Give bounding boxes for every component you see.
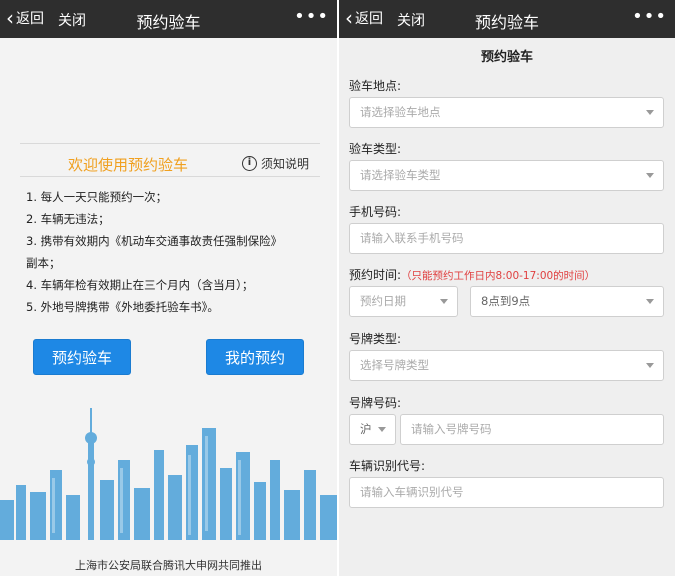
type-placeholder: 请选择验车类型 — [360, 168, 441, 182]
date-placeholder: 预约日期 — [360, 294, 406, 308]
time-slot-value: 8点到9点 — [481, 294, 531, 308]
location-select[interactable]: 请选择验车地点 — [349, 97, 664, 128]
type-select[interactable]: 请选择验车类型 — [349, 160, 664, 191]
right-screen: ‹ 返回 关闭 预约验车 ••• 预约验车 验车地点: 请选择验车地点 验车类型… — [339, 0, 675, 576]
footer-credit: 上海市公安局联合腾讯大申网共同推出 — [75, 559, 262, 572]
close-button[interactable]: 关闭 — [58, 10, 86, 30]
location-label: 验车地点: — [349, 79, 402, 93]
plate-prefix-value: 沪 — [360, 422, 372, 436]
divider-line — [20, 143, 320, 144]
page-title: 预约验车 — [474, 13, 539, 32]
phone-input[interactable]: 请输入联系手机号码 — [349, 223, 664, 254]
time-label-text: 预约时间: — [349, 268, 402, 282]
left-screen: ‹ 返回 关闭 预约验车 ••• 欢迎使用预约验车 i 须知说明 1. 每人一天… — [0, 0, 337, 576]
time-slot-select[interactable]: 8点到9点 — [470, 286, 664, 317]
plate-prefix-select[interactable]: 沪 — [349, 414, 396, 445]
dropdown-arrow-icon — [378, 427, 386, 432]
plate-type-label: 号牌类型: — [349, 332, 402, 346]
type-label: 验车类型: — [349, 142, 402, 156]
book-inspection-button[interactable]: 预约验车 — [33, 339, 131, 375]
close-button[interactable]: 关闭 — [397, 10, 425, 30]
vin-label: 车辆识别代号: — [349, 459, 426, 473]
plate-type-placeholder: 选择号牌类型 — [360, 358, 429, 372]
top-bar: ‹ 返回 关闭 预约验车 ••• — [0, 0, 337, 38]
info-icon: i — [242, 156, 257, 171]
dropdown-arrow-icon — [440, 299, 448, 304]
plate-number-input[interactable]: 请输入号牌号码 — [400, 414, 664, 445]
back-chevron-icon: ‹ — [345, 6, 353, 30]
plate-type-select[interactable]: 选择号牌类型 — [349, 350, 664, 381]
dropdown-arrow-icon — [646, 363, 654, 368]
back-button[interactable]: ‹ 返回 — [345, 8, 383, 28]
my-bookings-button[interactable]: 我的预约 — [206, 339, 304, 375]
date-select[interactable]: 预约日期 — [349, 286, 458, 317]
rule-item: 1. 每人一天只能预约一次； — [26, 190, 168, 204]
top-bar: ‹ 返回 关闭 预约验车 ••• — [339, 0, 675, 38]
city-skyline-illustration — [0, 408, 337, 540]
rule-item: 4. 车辆年检有效期止在三个月内（含当月）； — [26, 278, 254, 292]
welcome-heading: 欢迎使用预约验车 — [68, 156, 189, 174]
plate-number-placeholder: 请输入号牌号码 — [411, 422, 492, 436]
back-label: 返回 — [16, 11, 44, 27]
rule-item: 副本； — [26, 256, 61, 270]
page-title: 预约验车 — [136, 13, 201, 32]
notice-label: 须知说明 — [261, 157, 310, 171]
more-dots-icon[interactable]: ••• — [632, 6, 667, 27]
more-dots-icon[interactable]: ••• — [294, 6, 329, 27]
dropdown-arrow-icon — [646, 110, 654, 115]
back-chevron-icon: ‹ — [6, 6, 14, 30]
plate-number-label: 号牌号码: — [349, 396, 402, 410]
phone-placeholder: 请输入联系手机号码 — [360, 231, 464, 245]
location-placeholder: 请选择验车地点 — [360, 105, 441, 119]
back-button[interactable]: ‹ 返回 — [6, 8, 44, 28]
rule-item: 2. 车辆无违法； — [26, 212, 110, 226]
back-label: 返回 — [355, 11, 383, 27]
rule-item: 5. 外地号牌携带《外地委托验车书》。 — [26, 300, 219, 314]
rules-list: 1. 每人一天只能预约一次； 2. 车辆无违法； 3. 携带有效期内《机动车交通… — [26, 186, 326, 318]
divider-line — [20, 176, 320, 177]
dropdown-arrow-icon — [646, 299, 654, 304]
time-label: 预约时间:（只能预约工作日内8:00-17:00的时间） — [349, 266, 595, 283]
time-hint: （只能预约工作日内8:00-17:00的时间） — [401, 270, 596, 282]
vin-input[interactable]: 请输入车辆识别代号 — [349, 477, 664, 508]
vin-placeholder: 请输入车辆识别代号 — [360, 485, 464, 499]
rule-item: 3. 携带有效期内《机动车交通事故责任强制保险》 — [26, 234, 283, 248]
form-title: 预约验车 — [480, 50, 533, 65]
notice-link[interactable]: i 须知说明 — [242, 155, 309, 172]
phone-label: 手机号码: — [349, 205, 402, 219]
dropdown-arrow-icon — [646, 173, 654, 178]
